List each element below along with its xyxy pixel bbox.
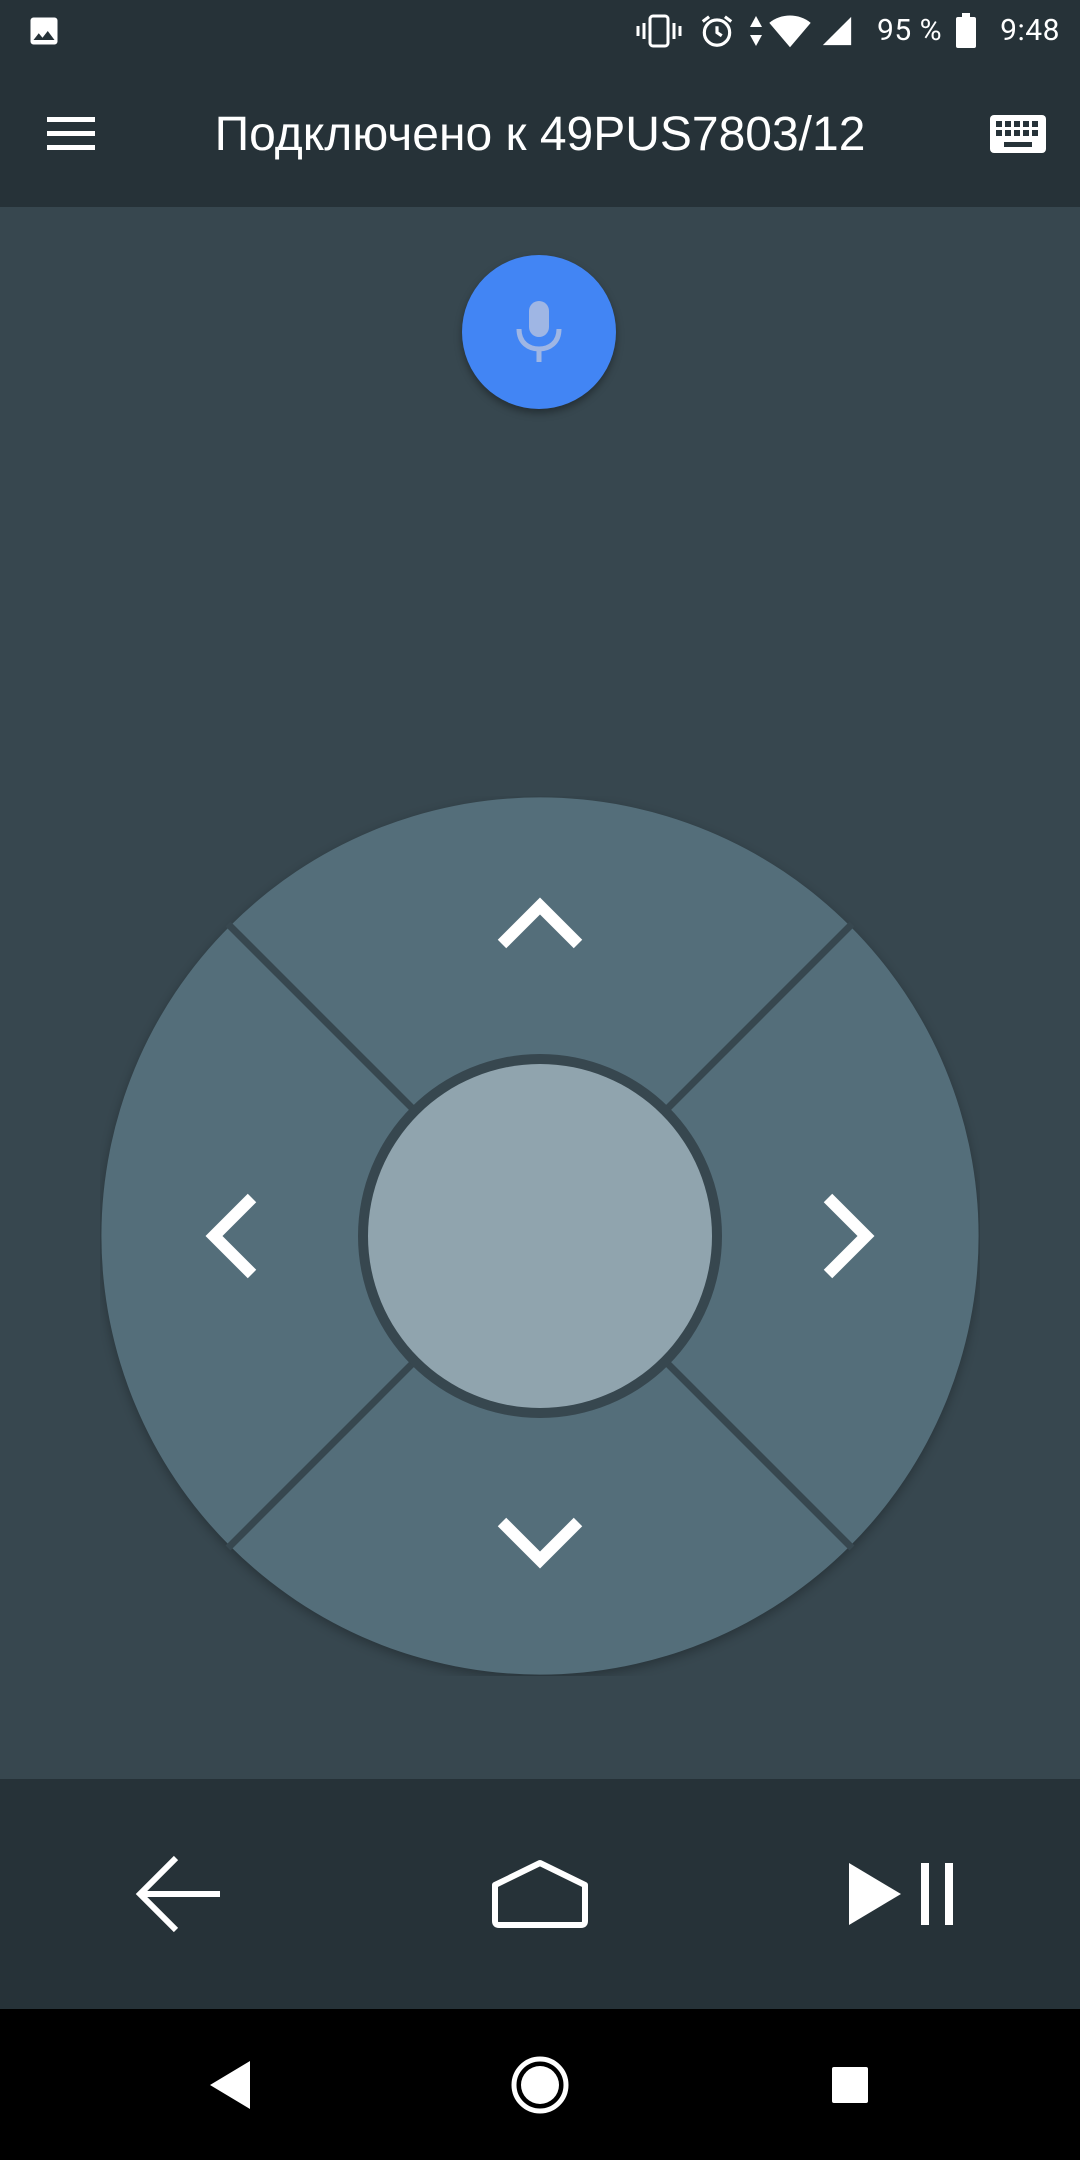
status-time: 9:48	[1000, 13, 1060, 48]
image-icon	[26, 13, 62, 49]
keyboard-icon	[990, 115, 1046, 153]
cellular-signal-icon	[819, 13, 855, 49]
data-arrows-icon	[747, 13, 765, 49]
media-controls-bar	[0, 1779, 1080, 2009]
home-icon	[492, 1860, 588, 1928]
voice-search-button[interactable]	[462, 255, 616, 409]
square-recents-icon	[832, 2067, 868, 2103]
battery-percent: 95 %	[877, 13, 943, 48]
microphone-icon	[516, 301, 562, 362]
ok-center-button[interactable]	[368, 1064, 712, 1408]
battery-icon	[954, 12, 978, 49]
remote-control-app: 95 % 9:48 Подключено к 49PUS7803/12	[0, 0, 1080, 2160]
connection-title: Подключено к 49PUS7803/12	[214, 107, 866, 161]
status-bar: 95 % 9:48	[0, 0, 1080, 61]
system-back-button[interactable]	[180, 2035, 280, 2135]
hamburger-menu-icon	[47, 117, 95, 150]
system-recents-button[interactable]	[800, 2035, 900, 2135]
dpad	[100, 796, 980, 1676]
play-pause-icon	[849, 1863, 953, 1925]
triangle-back-icon	[210, 2061, 250, 2109]
system-navigation-bar	[0, 2009, 1080, 2160]
play-pause-button[interactable]	[838, 1833, 968, 1955]
menu-button[interactable]	[30, 100, 112, 168]
remote-back-button[interactable]	[118, 1833, 240, 1955]
app-bar: Подключено к 49PUS7803/12	[0, 61, 1080, 207]
remote-home-button[interactable]	[479, 1833, 601, 1955]
alarm-icon	[697, 13, 737, 49]
system-home-button[interactable]	[490, 2035, 590, 2135]
keyboard-button[interactable]	[978, 102, 1058, 166]
circle-home-icon	[511, 2056, 569, 2114]
remote-area	[0, 207, 1080, 1779]
wifi-icon	[767, 13, 813, 49]
arrow-back-icon	[135, 1855, 220, 1933]
vibrate-icon	[635, 13, 683, 49]
